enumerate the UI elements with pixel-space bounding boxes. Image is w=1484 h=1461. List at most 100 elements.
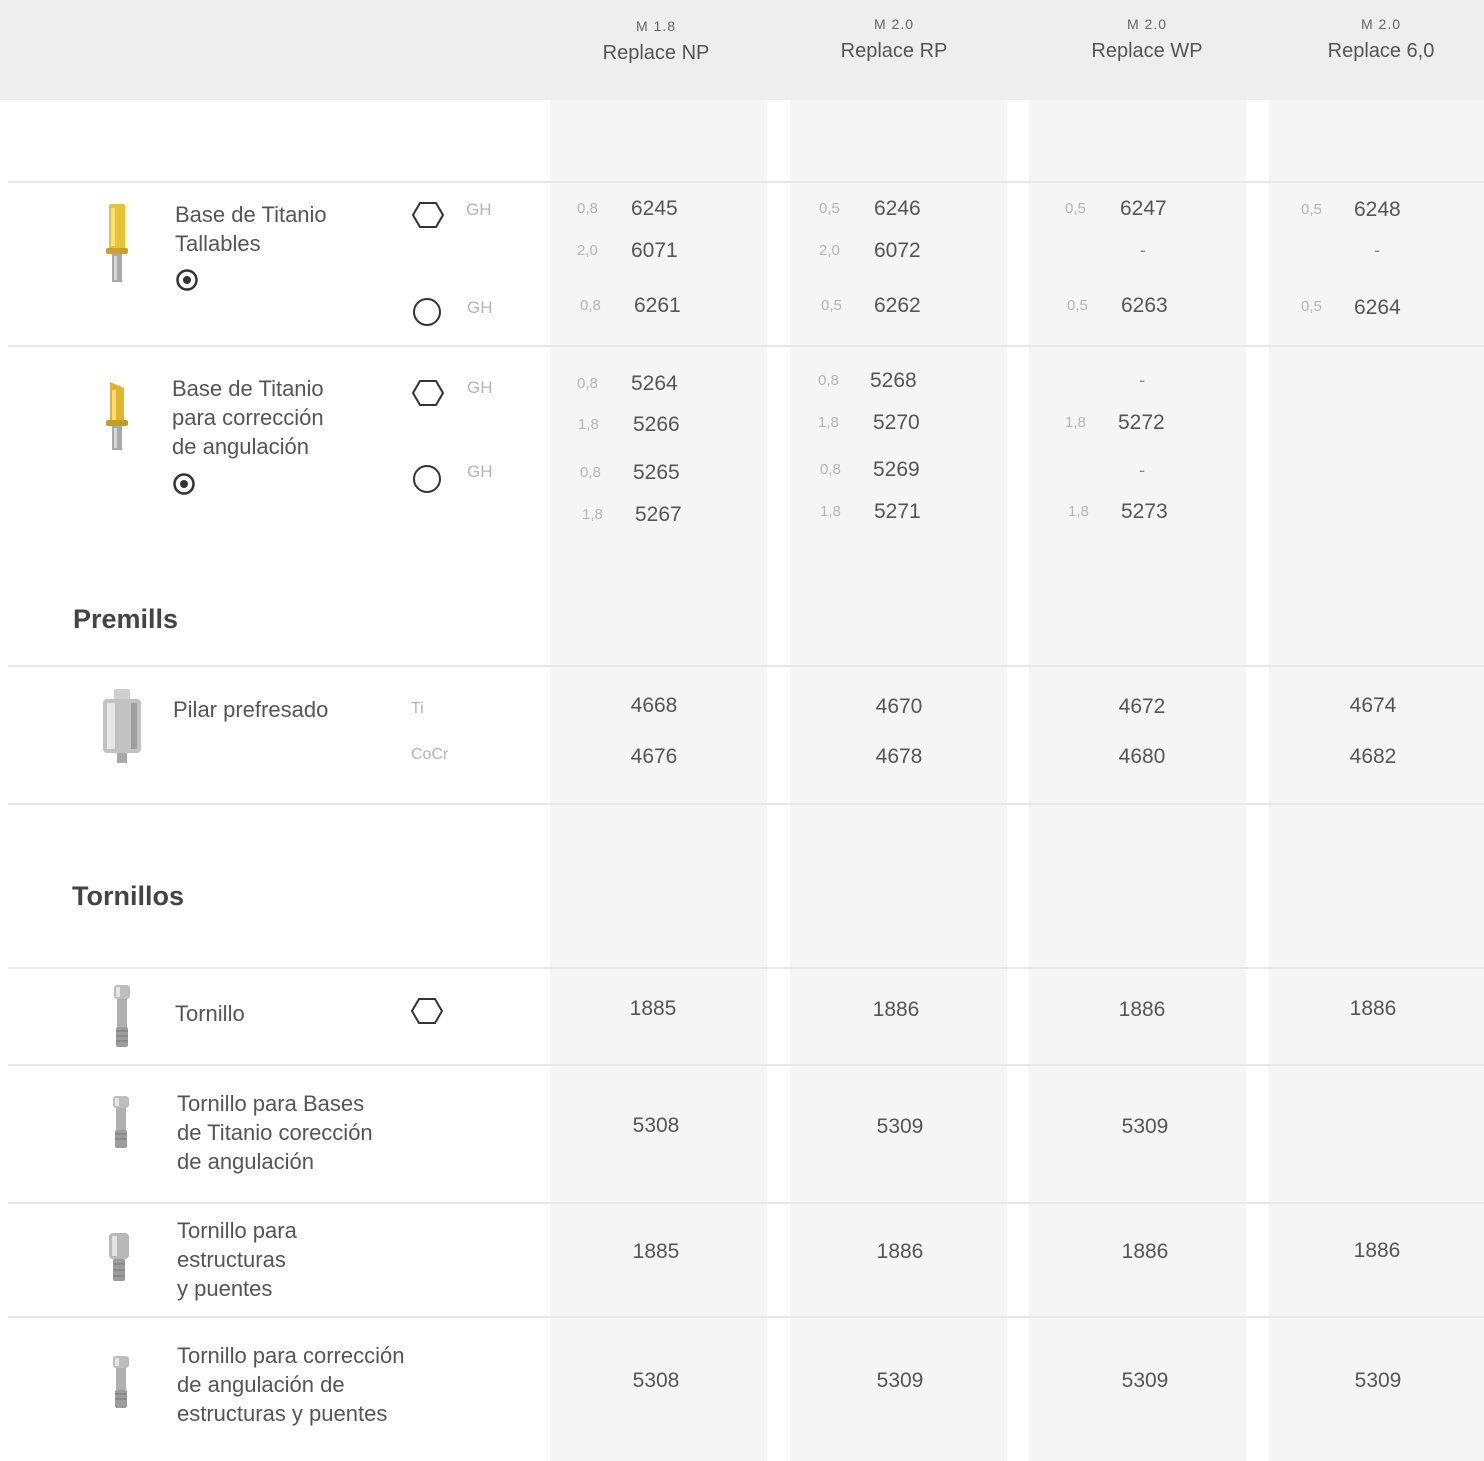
label-line: Base de Titanio bbox=[172, 376, 324, 401]
label-line: Base de Titanio bbox=[175, 202, 327, 227]
material-label: Ti bbox=[411, 700, 424, 717]
section-title-premills: Premills bbox=[73, 604, 179, 634]
label-line: Tornillo para bbox=[177, 1218, 297, 1243]
height-value: 2,0 bbox=[577, 242, 598, 259]
product-label: Tornillo para Bases de Titanio corección… bbox=[177, 1089, 373, 1176]
row-divider bbox=[8, 1316, 1484, 1318]
article-code: 5270 bbox=[873, 411, 920, 434]
height-value: 0,8 bbox=[820, 461, 841, 478]
article-code: 5266 bbox=[633, 413, 680, 436]
article-code: 5271 bbox=[874, 500, 921, 523]
height-value: 0,8 bbox=[580, 297, 601, 314]
row-divider bbox=[8, 803, 1484, 805]
screw-image bbox=[110, 1356, 132, 1410]
article-code: 4668 bbox=[630, 694, 678, 717]
article-code: 6261 bbox=[634, 294, 681, 317]
product-label: Tornillo para corrección de angulación d… bbox=[177, 1341, 404, 1428]
article-code: 5309 bbox=[1354, 1369, 1402, 1392]
product-label: Base de Titanio para corrección de angul… bbox=[172, 374, 324, 461]
label-line: de angulación bbox=[177, 1149, 315, 1174]
height-value: 1,8 bbox=[1068, 503, 1089, 520]
article-code: 4676 bbox=[630, 745, 678, 768]
no-value-dash: - bbox=[1139, 370, 1145, 390]
article-code: 5309 bbox=[876, 1115, 924, 1138]
row-divider bbox=[8, 1064, 1484, 1066]
row-divider bbox=[8, 665, 1484, 667]
column-header-np: M 1.8 Replace NP bbox=[536, 18, 776, 65]
article-code: 5268 bbox=[870, 369, 917, 392]
product-label: Tornillo para estructuras y puentes bbox=[177, 1216, 297, 1303]
label-line: Tallables bbox=[175, 231, 261, 256]
article-code: 5265 bbox=[633, 461, 680, 484]
article-code: 1886 bbox=[1121, 1240, 1169, 1263]
screw-image bbox=[110, 1096, 132, 1150]
height-value: 0,5 bbox=[1301, 201, 1322, 218]
article-code: 1885 bbox=[632, 1240, 680, 1263]
article-code: 6247 bbox=[1120, 197, 1167, 220]
screw-image bbox=[111, 985, 133, 1049]
height-value: 0,8 bbox=[577, 375, 598, 392]
label-line: estructuras bbox=[177, 1247, 286, 1272]
circle-icon bbox=[411, 297, 443, 327]
product-label: Tornillo bbox=[175, 1001, 245, 1026]
height-value: 0,8 bbox=[818, 372, 839, 389]
column-name: Replace RP bbox=[840, 40, 948, 62]
label-line: de angulación bbox=[172, 434, 310, 459]
height-value: 0,8 bbox=[580, 464, 601, 481]
gh-label: GH bbox=[467, 378, 493, 397]
gold-abutment-image bbox=[104, 204, 130, 286]
height-value: 0,8 bbox=[577, 200, 598, 217]
no-value-dash: - bbox=[1140, 240, 1146, 260]
article-code: 5308 bbox=[632, 1114, 680, 1137]
target-icon bbox=[172, 472, 196, 496]
height-value: 0,5 bbox=[1065, 200, 1086, 217]
article-code: 4678 bbox=[875, 745, 923, 768]
height-value: 0,5 bbox=[819, 200, 840, 217]
no-value-dash: - bbox=[1374, 240, 1380, 260]
material-label: CoCr bbox=[411, 746, 449, 763]
article-code: 5308 bbox=[632, 1369, 680, 1392]
label-line: para corrección bbox=[172, 405, 324, 430]
article-code: 4672 bbox=[1118, 695, 1166, 718]
article-code: 6262 bbox=[874, 294, 921, 317]
angled-gold-abutment-image bbox=[104, 382, 130, 452]
article-code: 5272 bbox=[1118, 411, 1165, 434]
column-model: M 1.8 bbox=[635, 18, 676, 34]
article-code: 1886 bbox=[1118, 998, 1166, 1021]
height-value: 0,5 bbox=[1301, 298, 1322, 315]
article-code: 4670 bbox=[875, 695, 923, 718]
row-divider bbox=[8, 181, 1484, 183]
column-model: M 2.0 bbox=[873, 16, 914, 32]
article-code: 4682 bbox=[1349, 745, 1397, 768]
label-line: de Titanio corección bbox=[177, 1120, 373, 1145]
article-code: 1886 bbox=[872, 998, 920, 1021]
article-code: 1886 bbox=[1349, 997, 1397, 1020]
article-code: 5309 bbox=[1121, 1369, 1169, 1392]
section-title-tornillos: Tornillos bbox=[72, 881, 184, 911]
gh-label: GH bbox=[466, 200, 492, 219]
circle-icon bbox=[411, 464, 443, 494]
article-code: 1885 bbox=[629, 997, 677, 1020]
product-label: Base de Titanio Tallables bbox=[175, 200, 327, 258]
column-name: Replace WP bbox=[1091, 40, 1203, 62]
premill-blank-image bbox=[101, 689, 143, 765]
height-value: 1,8 bbox=[582, 506, 603, 523]
label-line: estructuras y puentes bbox=[177, 1401, 388, 1426]
row-divider bbox=[8, 1202, 1484, 1204]
column-name: Replace 6,0 bbox=[1327, 40, 1435, 62]
height-value: 1,8 bbox=[820, 503, 841, 520]
gh-label: GH bbox=[467, 298, 493, 317]
no-value-dash: - bbox=[1139, 460, 1145, 480]
article-code: 4674 bbox=[1349, 694, 1397, 717]
height-value: 2,0 bbox=[819, 242, 840, 259]
article-code: 6071 bbox=[631, 239, 678, 262]
article-code: 5264 bbox=[631, 372, 678, 395]
article-code: 5267 bbox=[635, 503, 682, 526]
column-header-rp: M 2.0 Replace RP bbox=[774, 16, 1014, 63]
height-value: 1,8 bbox=[578, 416, 599, 433]
row-divider bbox=[8, 345, 1484, 347]
column-model: M 2.0 bbox=[1360, 16, 1401, 32]
article-code: 5273 bbox=[1121, 500, 1168, 523]
label-line: y puentes bbox=[177, 1276, 273, 1301]
article-code: 4680 bbox=[1118, 745, 1166, 768]
